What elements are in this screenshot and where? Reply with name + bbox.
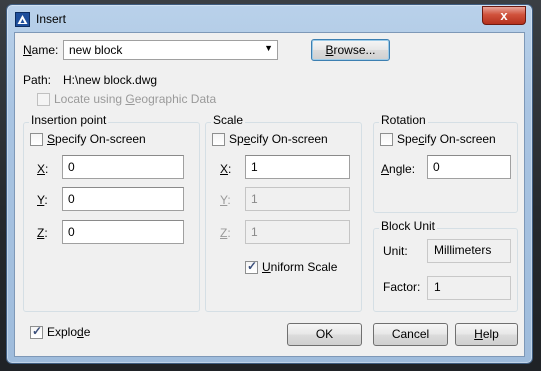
insertion-y-field[interactable]: 0 [62,187,184,211]
ok-button[interactable]: OK [287,323,362,346]
scale-z-field[interactable]: 1 [245,220,350,244]
uniform-scale-label: Uniform Scale [262,260,338,274]
insertion-z-label: Z: [37,226,48,240]
rotation-title: Rotation [379,113,428,127]
insertion-x-field[interactable]: 0 [62,155,184,179]
geographic-data-checkbox[interactable] [37,93,50,106]
insertion-point-title: Insertion point [29,113,109,127]
factor-value: 1 [427,276,511,300]
factor-label: Factor: [383,280,421,294]
insertion-point-group [23,122,200,312]
title-bar[interactable]: Insert x [7,5,532,32]
angle-label: Angle: [381,162,416,176]
insertion-y-label: Y: [37,193,48,207]
checkmark-icon: ✓ [247,259,258,273]
scale-specify-checkbox[interactable] [212,133,225,146]
scale-specify-label: Specify On-screen [229,132,328,146]
checkmark-icon: ✓ [32,324,43,338]
angle-field[interactable]: 0 [427,155,511,179]
browse-button[interactable]: Browse... [311,39,390,61]
name-combobox[interactable]: new block ▼ [63,40,278,60]
block-unit-title: Block Unit [379,219,438,233]
name-label: Name: [23,43,59,57]
name-label-text: ame: [31,43,59,57]
geographic-data-label: Locate using Geographic Data [54,92,217,106]
scale-group [205,122,362,312]
close-button[interactable]: x [482,6,526,25]
rotation-specify-checkbox[interactable] [380,133,393,146]
help-button[interactable]: Help [455,323,518,346]
cancel-button[interactable]: Cancel [373,323,448,346]
insertion-x-label: X: [37,162,49,176]
window-title: Insert [36,12,67,26]
explode-checkbox[interactable]: ✓ [30,324,43,339]
unit-label: Unit: [383,244,408,258]
scale-z-label: Z: [220,226,231,240]
name-combobox-value: new block [69,43,123,57]
insertion-z-field[interactable]: 0 [62,220,184,244]
scale-title: Scale [211,113,246,127]
autocad-app-icon [15,12,30,27]
scale-y-field[interactable]: 1 [245,187,350,211]
explode-label: Explode [47,325,91,339]
dialog-client-area: Name: new block ▼ Browse... Path: H:\new… [14,32,525,357]
scale-y-label: Y: [220,193,231,207]
insert-dialog: Insert x Name: new block ▼ Browse... Pat… [6,4,533,364]
path-label: Path: [23,73,52,87]
uniform-scale-checkbox[interactable]: ✓ [245,259,258,274]
chevron-down-icon[interactable]: ▼ [264,43,273,53]
scale-x-field[interactable]: 1 [245,155,350,179]
unit-value: Millimeters [427,239,511,263]
rotation-specify-label: Specify On-screen [397,132,496,146]
insertion-specify-label: Specify On-screen [47,132,146,146]
path-value: H:\new block.dwg [63,73,158,87]
insertion-specify-checkbox[interactable] [30,133,43,146]
scale-x-label: X: [220,162,232,176]
